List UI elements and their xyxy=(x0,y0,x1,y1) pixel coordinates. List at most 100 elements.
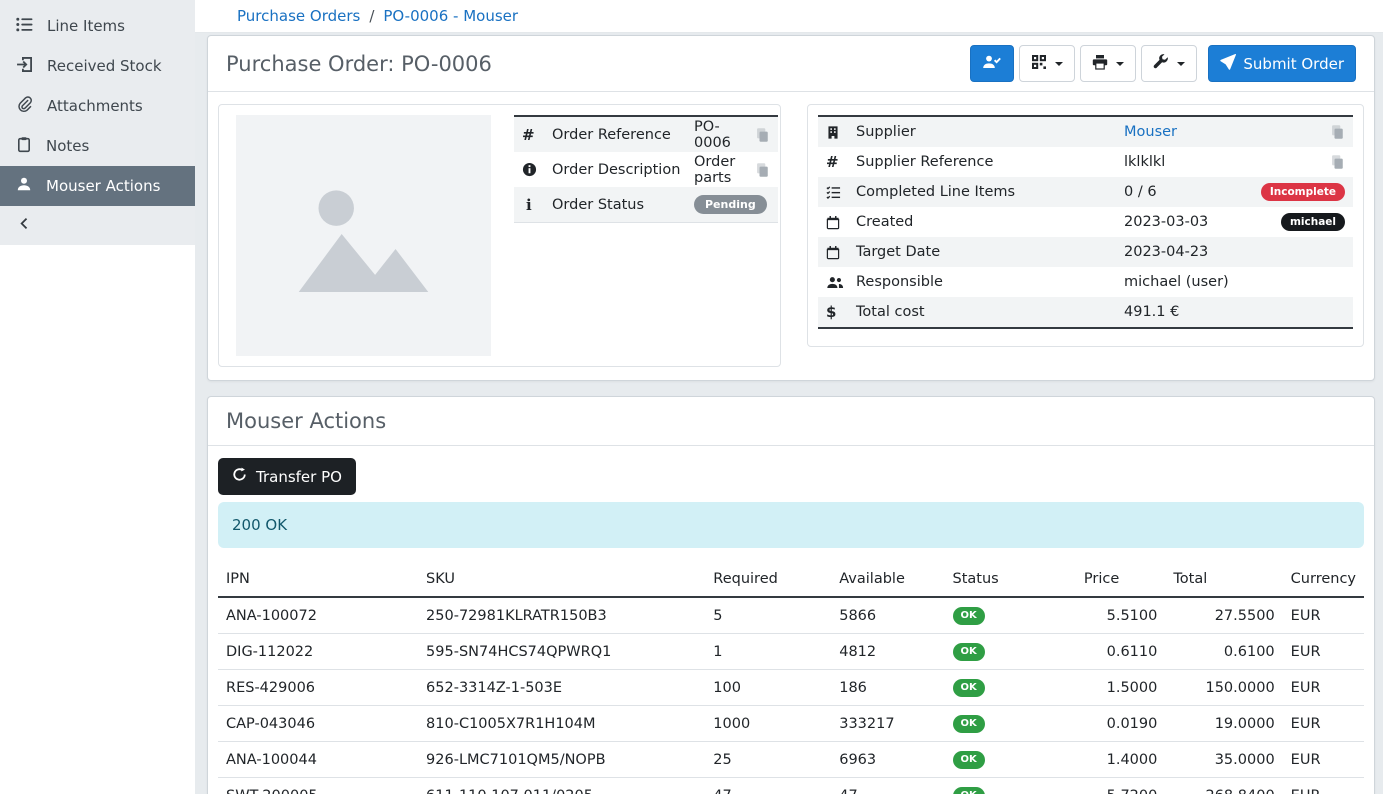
order-status-badge: Pending xyxy=(694,195,767,214)
copy-icon[interactable] xyxy=(1330,124,1345,140)
total-cost-value: 491.1 € xyxy=(1124,304,1345,320)
cell-price: 1.4000 xyxy=(1076,742,1165,778)
order-image-placeholder xyxy=(236,115,491,356)
table-row: CAP-043046 810-C1005X7R1H104M 1000 33321… xyxy=(218,706,1364,742)
table-body: ANA-100072 250-72981KLRATR150B3 5 5866 O… xyxy=(218,597,1364,794)
cell-status: OK xyxy=(945,778,1076,794)
submit-order-label: Submit Order xyxy=(1243,55,1344,73)
cell-ipn: DIG-112022 xyxy=(218,634,418,670)
cell-available: 47 xyxy=(831,778,944,794)
sidebar-item-attachments[interactable]: Attachments xyxy=(0,86,195,126)
cell-currency: EUR xyxy=(1283,634,1364,670)
field-label: Responsible xyxy=(856,274,1124,290)
cell-available: 186 xyxy=(831,670,944,706)
cell-price: 0.0190 xyxy=(1076,706,1165,742)
cell-required: 100 xyxy=(705,670,831,706)
status-ok-badge: OK xyxy=(953,643,985,661)
app-root: Line Items Received Stock Attachments No… xyxy=(0,0,1383,794)
cell-currency: EUR xyxy=(1283,778,1364,794)
table-row: RES-429006 652-3314Z-1-503E 100 186 OK 1… xyxy=(218,670,1364,706)
transfer-po-button[interactable]: Transfer PO xyxy=(218,458,356,495)
info-icon: i xyxy=(522,196,552,214)
order-info-table: # Order Reference PO-0006 Order Descript… xyxy=(514,115,778,223)
cell-price: 5.7200 xyxy=(1076,778,1165,794)
copy-icon[interactable] xyxy=(755,162,770,178)
print-actions-button[interactable] xyxy=(1080,45,1136,82)
cell-status: OK xyxy=(945,742,1076,778)
cell-available: 5866 xyxy=(831,597,944,634)
responsible-row: Responsible michael (user) xyxy=(818,267,1353,297)
barcode-actions-button[interactable] xyxy=(1019,45,1075,82)
cell-currency: EUR xyxy=(1283,742,1364,778)
submit-order-button[interactable]: Submit Order xyxy=(1208,45,1356,82)
cell-total: 268.8400 xyxy=(1165,778,1282,794)
cell-total: 19.0000 xyxy=(1165,706,1282,742)
sidebar-item-label: Attachments xyxy=(47,97,143,115)
status-ok-badge: OK xyxy=(953,607,985,625)
supplier-link[interactable]: Mouser xyxy=(1124,124,1177,140)
sidebar-item-line-items[interactable]: Line Items xyxy=(0,6,195,46)
users-icon xyxy=(826,275,856,290)
purchase-order-card: Purchase Order: PO-0006 xyxy=(207,35,1375,381)
order-description-value: Order parts xyxy=(694,154,755,186)
transfer-po-label: Transfer PO xyxy=(256,468,342,486)
caret-down-icon xyxy=(1177,62,1185,66)
cell-required: 1000 xyxy=(705,706,831,742)
breadcrumb-link-purchase-orders[interactable]: Purchase Orders xyxy=(237,7,360,25)
copy-icon[interactable] xyxy=(755,127,770,143)
cell-required: 47 xyxy=(705,778,831,794)
order-description-row: Order Description Order parts xyxy=(514,152,778,187)
supplier-reference-value: lklklkl xyxy=(1124,154,1330,170)
status-ok-badge: OK xyxy=(953,679,985,697)
field-label: Total cost xyxy=(856,304,1124,320)
list-check-icon xyxy=(826,185,856,200)
send-icon xyxy=(1220,54,1236,74)
supplier-row: Supplier Mouser xyxy=(818,117,1353,147)
order-options-button[interactable] xyxy=(1141,45,1197,82)
col-header-currency: Currency xyxy=(1283,568,1364,597)
status-ok-badge: OK xyxy=(953,787,985,794)
col-header-ipn: IPN xyxy=(218,568,418,597)
cell-price: 5.5100 xyxy=(1076,597,1165,634)
cell-status: OK xyxy=(945,634,1076,670)
sidebar-collapse-button[interactable] xyxy=(0,206,195,243)
mouser-actions-card: Mouser Actions Transfer PO 200 OK xyxy=(207,396,1375,794)
field-label: Completed Line Items xyxy=(856,184,1124,200)
table-row: SWT-200005 611-110.107.011/0205 47 47 OK… xyxy=(218,778,1364,794)
created-by-badge: michael xyxy=(1281,213,1345,232)
sidebar: Line Items Received Stock Attachments No… xyxy=(0,0,195,794)
col-header-total: Total xyxy=(1165,568,1282,597)
order-reference-value: PO-0006 xyxy=(694,119,755,151)
cell-sku: 250-72981KLRATR150B3 xyxy=(418,597,705,634)
table-row: ANA-100072 250-72981KLRATR150B3 5 5866 O… xyxy=(218,597,1364,634)
cell-sku: 926-LMC7101QM5/NOPB xyxy=(418,742,705,778)
main-area: Purchase Orders / PO-0006 - Mouser Purch… xyxy=(195,0,1383,794)
sidebar-item-mouser-actions[interactable]: Mouser Actions xyxy=(0,166,195,206)
sidebar-item-label: Received Stock xyxy=(47,57,162,75)
breadcrumb-link-current-order[interactable]: PO-0006 - Mouser xyxy=(383,7,518,25)
qr-code-icon xyxy=(1031,54,1047,74)
copy-icon[interactable] xyxy=(1330,154,1345,170)
responsible-value: michael (user) xyxy=(1124,274,1345,290)
created-value: 2023-03-03 xyxy=(1124,214,1281,230)
caret-down-icon xyxy=(1116,62,1124,66)
field-label: Supplier xyxy=(856,124,1124,140)
sidebar-item-received-stock[interactable]: Received Stock xyxy=(0,46,195,86)
total-cost-row: $ Total cost 491.1 € xyxy=(818,297,1353,327)
cell-required: 5 xyxy=(705,597,831,634)
info-circle-icon xyxy=(522,162,552,177)
calendar-icon xyxy=(826,245,856,260)
table-header: IPN SKU Required Available Status Price … xyxy=(218,568,1364,597)
note-icon xyxy=(16,136,32,157)
cell-ipn: RES-429006 xyxy=(218,670,418,706)
sidebar-item-notes[interactable]: Notes xyxy=(0,126,195,166)
field-label: Order Reference xyxy=(552,127,694,143)
status-ok-badge: OK xyxy=(953,751,985,769)
admin-button[interactable] xyxy=(970,45,1014,82)
mouser-actions-title: Mouser Actions xyxy=(208,397,1374,446)
cell-sku: 652-3314Z-1-503E xyxy=(418,670,705,706)
cell-ipn: CAP-043046 xyxy=(218,706,418,742)
caret-down-icon xyxy=(1055,62,1063,66)
cell-currency: EUR xyxy=(1283,670,1364,706)
cell-ipn: ANA-100072 xyxy=(218,597,418,634)
